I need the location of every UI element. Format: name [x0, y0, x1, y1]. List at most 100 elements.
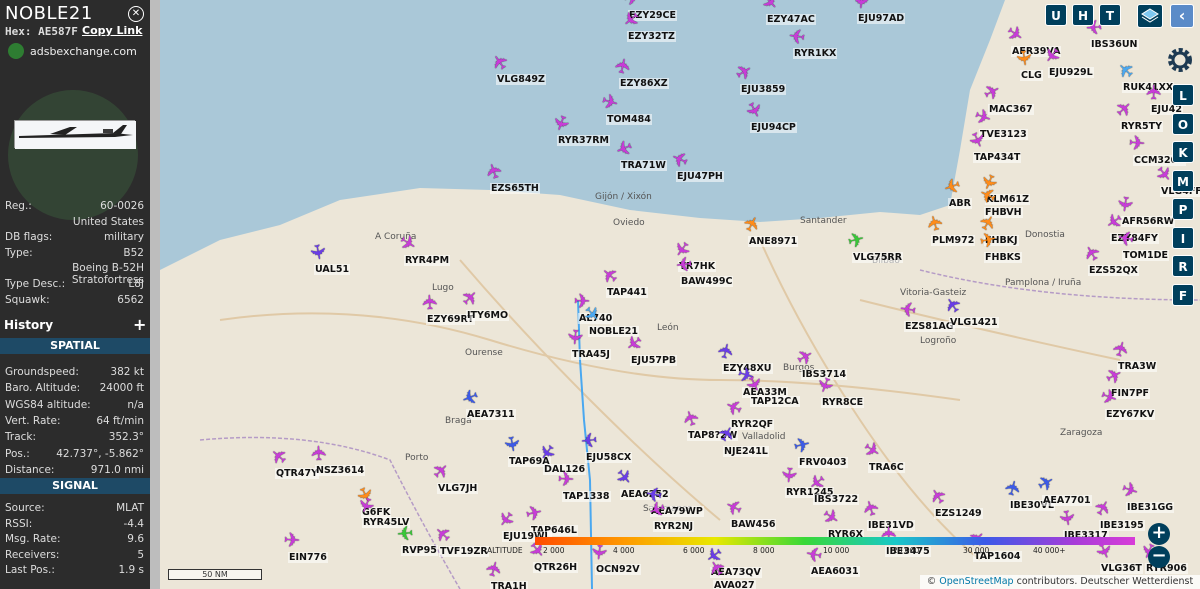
aircraft-marker-icon[interactable]: ✈: [1126, 130, 1147, 155]
map-button-t[interactable]: T: [1099, 4, 1121, 26]
aircraft-label[interactable]: RYR8CE: [821, 397, 865, 408]
aircraft-label[interactable]: TRA45J: [571, 349, 611, 360]
aircraft-label[interactable]: TRA71W: [620, 160, 667, 171]
aircraft-label[interactable]: RVP95: [401, 545, 438, 556]
aircraft-label[interactable]: TRA6C: [868, 462, 905, 473]
aircraft-marker-icon[interactable]: ✈: [307, 443, 332, 464]
aircraft-label[interactable]: QTR26H: [533, 562, 579, 573]
aircraft-label[interactable]: EJU3859: [740, 84, 787, 95]
aircraft-marker-icon[interactable]: ✈: [1054, 507, 1080, 530]
aircraft-marker-icon[interactable]: ✈: [1011, 47, 1037, 70]
aircraft-label[interactable]: EZS81AG: [904, 321, 955, 332]
map-button-k[interactable]: K: [1172, 141, 1194, 163]
aircraft-label[interactable]: EZS52QX: [1088, 265, 1139, 276]
aircraft-label[interactable]: VLG849Z: [496, 74, 546, 85]
aircraft-label[interactable]: NSZ3614: [315, 465, 366, 476]
expand-plus-icon[interactable]: +: [133, 315, 146, 334]
aircraft-label[interactable]: TAP12CA: [750, 396, 800, 407]
aircraft-label[interactable]: AEA7701: [1042, 495, 1092, 506]
aircraft-label[interactable]: EJU94CP: [750, 122, 797, 133]
aircraft-label[interactable]: NJE241L: [723, 446, 769, 457]
aircraft-label[interactable]: AFR56RW: [1121, 216, 1176, 227]
aircraft-label[interactable]: AVA027: [713, 580, 756, 589]
aircraft-marker-icon[interactable]: ✈: [556, 467, 577, 492]
map-button-r[interactable]: R: [1172, 255, 1194, 277]
aircraft-marker-icon[interactable]: ✈: [1142, 82, 1166, 102]
map-button-u[interactable]: U: [1045, 4, 1067, 26]
aircraft-marker-icon[interactable]: ✈: [562, 326, 587, 348]
aircraft-marker-icon[interactable]: ✈: [281, 528, 302, 553]
map-view[interactable]: A Coruña Lugo Gijón / Xixón Oviedo Santander…: [160, 0, 1200, 589]
aircraft-label[interactable]: EZY67KV: [1105, 409, 1156, 420]
aircraft-label[interactable]: IBS3722: [813, 494, 860, 505]
aircraft-label[interactable]: FRV0403: [798, 457, 848, 468]
map-button-l[interactable]: L: [1172, 84, 1194, 106]
layers-button[interactable]: [1137, 4, 1163, 28]
aircraft-label[interactable]: RYR37RM: [557, 135, 610, 146]
aircraft-label[interactable]: BAW456: [730, 519, 777, 530]
map-button-p[interactable]: P: [1172, 198, 1194, 220]
settings-gear-button[interactable]: [1164, 44, 1196, 76]
aircraft-label[interactable]: EZS65TH: [490, 183, 540, 194]
aircraft-marker-icon[interactable]: ✈: [610, 54, 637, 78]
aircraft-marker-icon[interactable]: ✈: [673, 251, 695, 277]
map-button-i[interactable]: I: [1172, 226, 1194, 249]
aircraft-label[interactable]: BAW499C: [680, 276, 734, 287]
aircraft-label[interactable]: EJU47PH: [676, 171, 724, 182]
aircraft-label[interactable]: FHBKS: [984, 252, 1022, 263]
aircraft-marker-icon[interactable]: ✈: [976, 227, 1000, 254]
aircraft-label[interactable]: AEA6031: [810, 566, 860, 577]
aircraft-marker-icon[interactable]: ✈: [418, 291, 443, 312]
openstreetmap-link[interactable]: OpenStreetMap: [939, 576, 1013, 587]
aircraft-label[interactable]: TAP434T: [973, 152, 1022, 163]
aircraft-marker-icon[interactable]: ✈: [776, 464, 802, 486]
aircraft-label[interactable]: OCN92V: [595, 564, 641, 575]
aircraft-marker-icon[interactable]: ✈: [897, 296, 920, 322]
aircraft-label[interactable]: TAP441: [606, 287, 648, 298]
aircraft-label[interactable]: RYR1KX: [793, 48, 838, 59]
collapse-sidebar-button[interactable]: ‹: [1170, 4, 1194, 28]
aircraft-marker-icon[interactable]: ✈: [522, 499, 546, 526]
aircraft-label[interactable]: EZY86XZ: [619, 78, 669, 89]
aircraft-label[interactable]: TRA3W: [1117, 361, 1158, 372]
aircraft-label[interactable]: ANE8971: [748, 236, 799, 247]
signal-section-header[interactable]: SIGNAL: [0, 478, 150, 494]
aircraft-label[interactable]: RYR4PM: [404, 255, 451, 266]
zoom-in-button[interactable]: +: [1148, 523, 1170, 545]
aircraft-label[interactable]: TOM1DE: [1122, 250, 1169, 261]
aircraft-label[interactable]: EJU97AD: [857, 13, 906, 24]
aircraft-label[interactable]: TVF19ZR: [439, 546, 489, 557]
map-button-o[interactable]: O: [1172, 112, 1194, 135]
aircraft-label[interactable]: EJU57PB: [630, 355, 678, 366]
aircraft-label[interactable]: QTR47Y: [275, 468, 319, 479]
close-icon[interactable]: ✕: [128, 6, 144, 22]
aircraft-marker-icon[interactable]: ✈: [848, 0, 873, 12]
copy-link-button[interactable]: Copy Link: [82, 24, 142, 37]
aircraft-label[interactable]: EJU58CX: [585, 452, 633, 463]
aircraft-label[interactable]: EIN776: [288, 552, 328, 563]
aircraft-marker-icon[interactable]: ✈: [394, 520, 416, 545]
aircraft-label[interactable]: VLG1421: [949, 317, 999, 328]
aircraft-label[interactable]: IBE31GG: [1126, 502, 1175, 513]
aircraft-marker-icon[interactable]: ✈: [578, 427, 600, 453]
aircraft-label[interactable]: RYR2NJ: [653, 521, 695, 532]
aircraft-label[interactable]: TRA1H: [490, 581, 528, 589]
aircraft-label[interactable]: EZY32TZ: [627, 31, 676, 42]
aircraft-label[interactable]: UAL51: [314, 264, 351, 275]
aircraft-label[interactable]: IBS36UN: [1090, 39, 1139, 50]
aircraft-marker-icon[interactable]: ✈: [499, 432, 526, 455]
aircraft-marker-icon[interactable]: ✈: [305, 240, 332, 263]
aircraft-label[interactable]: AEA7311: [466, 409, 516, 420]
aircraft-label[interactable]: PLM972: [931, 235, 976, 246]
aircraft-label[interactable]: CLG: [1020, 70, 1043, 81]
spatial-section-header[interactable]: SPATIAL: [0, 338, 150, 354]
aircraft-marker-icon[interactable]: ✈: [712, 339, 739, 363]
map-button-f[interactable]: F: [1172, 283, 1194, 306]
aircraft-label[interactable]: ITY6MO: [466, 310, 510, 321]
aircraft-label[interactable]: VLG75RR: [852, 252, 904, 263]
aircraft-label[interactable]: EJU929L: [1048, 67, 1094, 78]
aircraft-label[interactable]: ABR: [948, 198, 972, 209]
aircraft-label[interactable]: TAP1338: [562, 491, 611, 502]
aircraft-label[interactable]: EZS1249: [934, 508, 983, 519]
aircraft-marker-icon[interactable]: ✈: [1114, 225, 1138, 252]
